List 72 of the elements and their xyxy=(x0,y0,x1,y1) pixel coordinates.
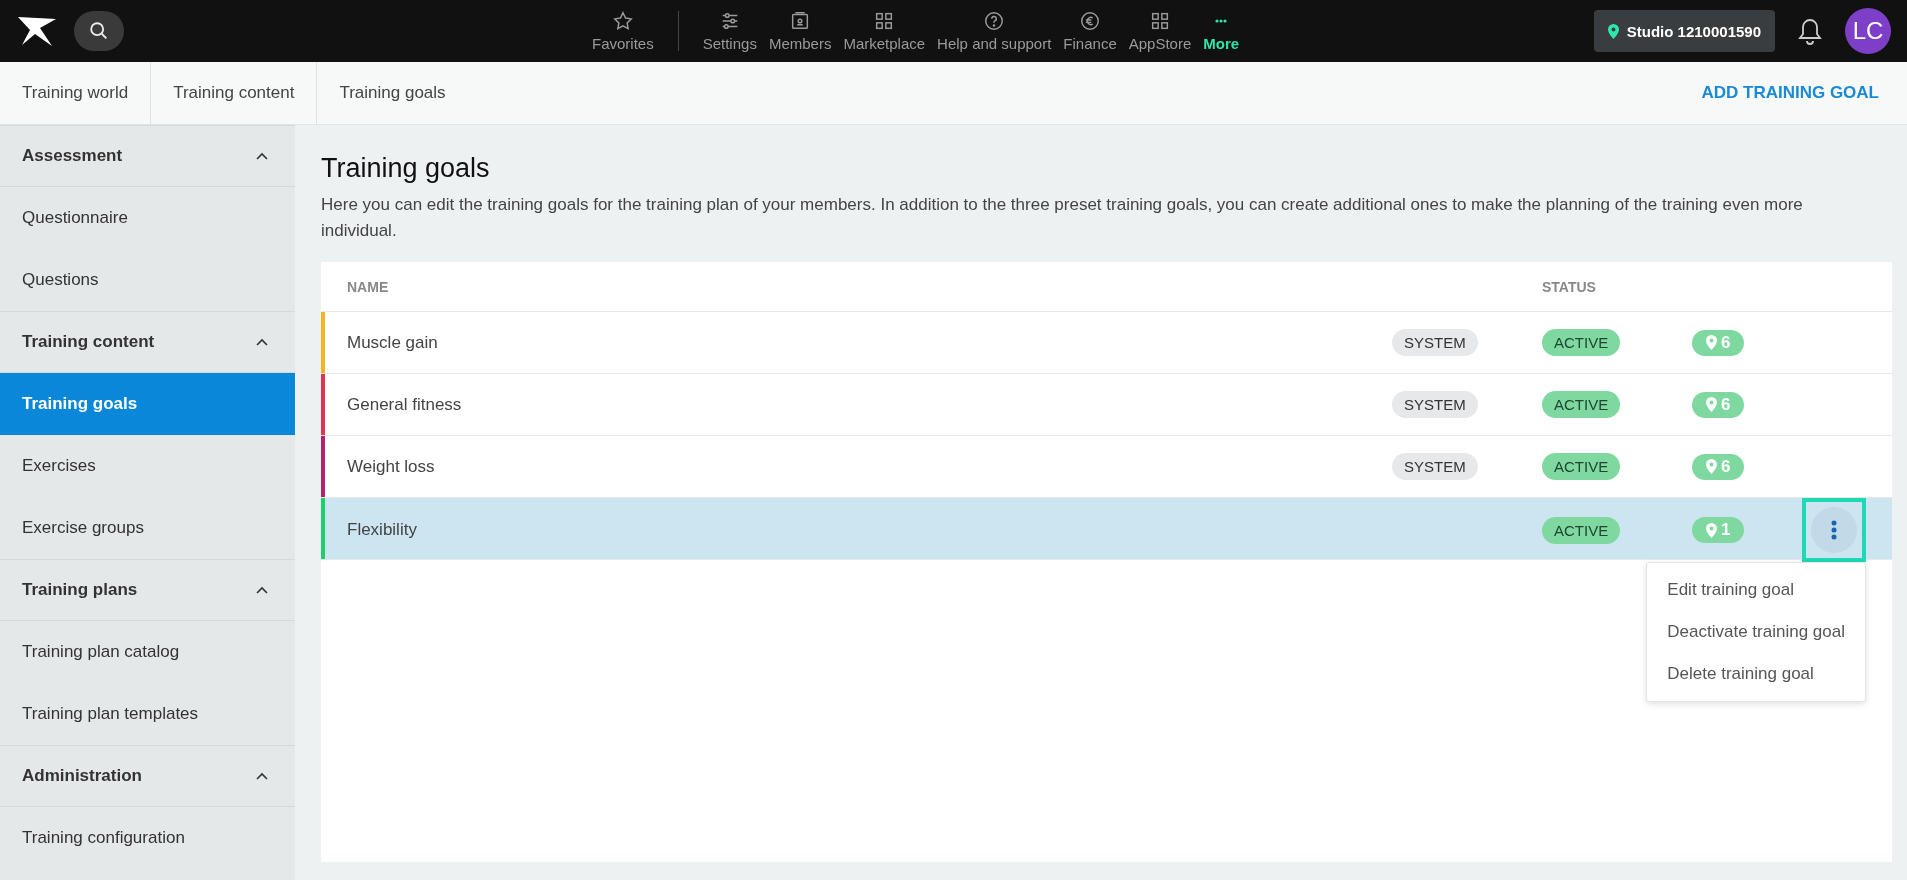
breadcrumb-link[interactable]: Training goals xyxy=(317,62,468,124)
sidebar-item[interactable]: Training configuration xyxy=(0,807,295,869)
page-title: Training goals xyxy=(321,153,491,184)
system-tag: SYSTEM xyxy=(1392,328,1478,356)
goal-name: General fitness xyxy=(347,394,463,415)
column-header: NAME xyxy=(347,278,390,295)
nav-item[interactable]: Members xyxy=(762,10,838,52)
nav-item[interactable]: Finance xyxy=(1057,10,1123,52)
location-count-tag: 6 xyxy=(1692,391,1745,418)
menu-item[interactable]: Delete training goal xyxy=(1647,653,1865,695)
nav-item[interactable]: Settings xyxy=(696,10,763,52)
help-icon xyxy=(983,10,1006,32)
sidebar-item[interactable]: Exercises xyxy=(0,435,295,497)
star-icon xyxy=(611,10,634,32)
euro-coin-icon xyxy=(1079,10,1102,32)
location-pin-icon xyxy=(1607,23,1619,39)
studio-selector[interactable]: Studio 1210001590 xyxy=(1593,10,1775,52)
location-pin-icon xyxy=(1706,335,1717,350)
table-row[interactable]: Flexibility ACTIVE 1 xyxy=(321,498,1892,560)
sidebar-item[interactable]: Training plan catalog xyxy=(0,621,295,683)
location-pin-icon xyxy=(1706,397,1717,412)
location-count-tag: 6 xyxy=(1692,453,1745,480)
table-row[interactable]: General fitness SYSTEM ACTIVE 6 xyxy=(321,374,1892,436)
column-header: STATUS xyxy=(1542,278,1597,295)
chevron-up-icon xyxy=(255,771,269,781)
page-description: Here you can edit the training goals for the training plan of your members. In addition to the three preset training goals, you can create additional ones to make the planning of the training even more individual. xyxy=(321,194,1804,242)
section-title: Assessment xyxy=(22,146,123,166)
dots-icon xyxy=(1215,19,1228,23)
section-title: Training content xyxy=(22,332,155,352)
nav-item[interactable]: Help and support xyxy=(931,10,1058,52)
nav-item[interactable]: Favorites xyxy=(586,10,660,52)
more-options-button[interactable] xyxy=(1811,507,1857,553)
sidebar-section-header[interactable]: Administration xyxy=(0,745,295,807)
status-tag: ACTIVE xyxy=(1542,516,1621,544)
table-row[interactable]: Muscle gain SYSTEM ACTIVE 6 xyxy=(321,312,1892,374)
chevron-up-icon xyxy=(255,151,269,161)
goal-name: Flexibility xyxy=(347,520,418,540)
sidebar-section-header[interactable]: Training plans xyxy=(0,559,295,621)
location-pin-icon xyxy=(1706,459,1717,474)
chevron-up-icon xyxy=(255,337,269,347)
breadcrumb-link[interactable]: Training world xyxy=(0,62,152,124)
location-count-tag: 6 xyxy=(1692,329,1745,356)
nav-item[interactable]: Marketplace xyxy=(837,10,932,52)
section-title: Administration xyxy=(22,766,142,786)
status-tag: ACTIVE xyxy=(1542,391,1621,418)
search-button[interactable] xyxy=(74,11,124,51)
menu-item[interactable]: Edit training goal xyxy=(1647,569,1865,611)
status-tag: ACTIVE xyxy=(1542,329,1621,356)
sidebar-section-header[interactable]: Assessment xyxy=(0,125,295,187)
section-title: Training plans xyxy=(22,580,138,600)
location-pin-icon xyxy=(1706,522,1717,538)
nav-item[interactable]: More xyxy=(1197,10,1246,52)
sidebar-item[interactable]: Training goals xyxy=(0,373,295,435)
user-avatar[interactable]: LC xyxy=(1845,8,1891,54)
system-tag: SYSTEM xyxy=(1392,452,1478,480)
search-icon xyxy=(88,20,110,42)
sidebar-item[interactable]: Exercise groups xyxy=(0,497,295,559)
kebab-icon xyxy=(1831,520,1837,540)
sidebar-item[interactable]: Questions xyxy=(0,249,295,311)
system-tag: SYSTEM xyxy=(1392,390,1478,418)
chevron-up-icon xyxy=(255,585,269,595)
bell-icon[interactable] xyxy=(1797,17,1823,45)
location-count-tag: 1 xyxy=(1692,517,1745,543)
menu-item[interactable]: Deactivate training goal xyxy=(1647,611,1865,653)
sidebar-item[interactable]: Training plan templates xyxy=(0,683,295,745)
grid-icon xyxy=(1149,10,1171,32)
goal-name: Weight loss xyxy=(347,456,436,477)
sidebar-item[interactable]: Questionnaire xyxy=(0,187,295,249)
status-tag: ACTIVE xyxy=(1542,453,1621,480)
nav-item[interactable]: AppStore xyxy=(1122,10,1198,52)
breadcrumb-link[interactable]: Training content xyxy=(151,62,318,124)
goal-name: Muscle gain xyxy=(347,332,439,353)
